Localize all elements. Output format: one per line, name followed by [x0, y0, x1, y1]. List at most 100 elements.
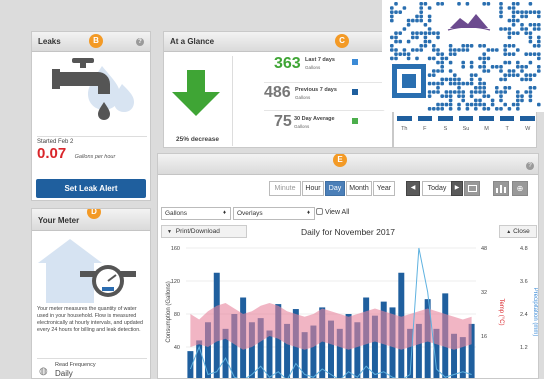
qr-module: [419, 18, 423, 23]
range-button-hour[interactable]: Hour: [302, 181, 324, 196]
legend-swatch-previous-7: [352, 89, 358, 95]
qr-module: [436, 2, 440, 6]
qr-module: [427, 14, 432, 19]
qr-module: [478, 81, 482, 86]
qr-module: [516, 102, 520, 107]
qr-module: [537, 39, 541, 44]
range-button-minute[interactable]: Minute: [269, 181, 301, 196]
qr-module: [448, 69, 453, 73]
qr-module: [415, 31, 419, 35]
qr-module: [511, 23, 516, 27]
qr-module: [457, 86, 461, 90]
decrease-label: 25% decrease: [176, 136, 220, 143]
day-bar: [417, 116, 433, 121]
qr-module: [507, 86, 512, 90]
next-button[interactable]: ▶: [451, 181, 463, 196]
qr-module: [503, 73, 507, 77]
qr-module: [390, 44, 394, 48]
set-leak-alert-button[interactable]: Set Leak Alert: [36, 179, 146, 198]
y-axis-label: Consumption (Gallons): [166, 281, 172, 342]
view-all-toggle[interactable]: View All: [316, 208, 349, 216]
stat-unit: Gallons: [294, 124, 310, 129]
qr-module: [469, 73, 474, 77]
qr-module: [436, 69, 440, 73]
qr-module: [482, 65, 486, 69]
today-button[interactable]: Today: [422, 181, 452, 196]
range-button-month[interactable]: Month: [346, 181, 372, 196]
qr-module: [427, 90, 432, 94]
qr-module: [448, 90, 453, 94]
qr-module: [507, 52, 512, 56]
qr-module: [511, 14, 516, 19]
qr-module: [461, 94, 465, 98]
qr-module: [457, 48, 461, 52]
legend-swatch-30-day: [352, 118, 358, 124]
qr-module: [503, 90, 507, 94]
print-download-button[interactable]: ▼ Print/Download: [161, 225, 247, 238]
qr-module: [486, 2, 491, 6]
qr-module: [448, 81, 453, 86]
qr-module: [507, 73, 512, 77]
print-download-label: Print/Download: [175, 228, 220, 235]
qr-module: [507, 31, 512, 35]
qr-module: [436, 48, 440, 52]
qr-module: [465, 107, 470, 111]
qr-module: [511, 18, 516, 23]
previous-button[interactable]: ◀: [406, 181, 420, 196]
qr-module: [406, 56, 411, 61]
qr-module: [499, 90, 503, 94]
qr-module: [406, 23, 411, 27]
qr-module: [520, 98, 524, 103]
qr-module: [507, 27, 512, 31]
weekday-strip: Th F S Su M T W: [393, 112, 537, 148]
qr-module: [461, 65, 465, 69]
qr-module: [427, 73, 432, 77]
qr-module: [507, 35, 512, 40]
qr-module: [394, 31, 398, 35]
chart-view-button[interactable]: [493, 181, 509, 196]
stat-value: 363: [274, 55, 301, 72]
usage-panel: E ? Minute Hour Day Month Year ◀ Today ▶ ⊕ G…: [157, 153, 539, 379]
qr-module: [448, 48, 453, 52]
qr-module: [469, 94, 474, 98]
qr-module: [394, 35, 398, 40]
qr-module: [436, 107, 440, 111]
glance-header: At a Glance C: [164, 32, 392, 52]
qr-module: [520, 10, 524, 14]
overlays-select-value: Overlays: [237, 210, 263, 217]
leaks-panel: Leaks B ? Started Feb 2 0.07 Gallons per…: [31, 31, 151, 201]
day-label: T: [505, 126, 509, 132]
qr-module: [402, 6, 407, 10]
qr-module: [507, 60, 512, 65]
qr-module: [474, 98, 478, 103]
qr-module: [427, 94, 432, 98]
overlays-select[interactable]: Overlays ♦: [233, 207, 315, 220]
qr-module: [411, 35, 415, 40]
qr-module: [499, 94, 503, 98]
qr-module: [486, 56, 491, 61]
qr-module: [528, 2, 533, 6]
day-label: F: [423, 126, 427, 132]
stat-30-day-average: 75 30 Day Average Gallons: [264, 110, 392, 134]
stat-unit: Gallons: [295, 95, 311, 100]
qr-module: [398, 52, 402, 56]
qr-module: [524, 31, 528, 35]
globe-button[interactable]: ⊕: [512, 181, 528, 196]
stat-unit: Gallons: [305, 65, 321, 70]
close-button[interactable]: ▲ Close: [499, 225, 537, 238]
qr-module: [436, 102, 440, 107]
house-meter-icon: [32, 233, 150, 308]
qr-module: [528, 98, 533, 103]
help-icon[interactable]: ?: [526, 162, 534, 170]
day-label: Th: [401, 126, 408, 132]
meter-divider: [37, 358, 147, 359]
qr-module: [524, 52, 528, 56]
view-all-checkbox[interactable]: [316, 208, 323, 215]
table-view-button[interactable]: [464, 181, 480, 196]
units-select[interactable]: Gallons ♦: [161, 207, 231, 220]
range-button-day[interactable]: Day: [325, 181, 345, 196]
qr-module: [537, 14, 541, 19]
glance-divider: [232, 56, 233, 146]
range-button-year[interactable]: Year: [373, 181, 395, 196]
help-icon[interactable]: ?: [136, 38, 144, 46]
